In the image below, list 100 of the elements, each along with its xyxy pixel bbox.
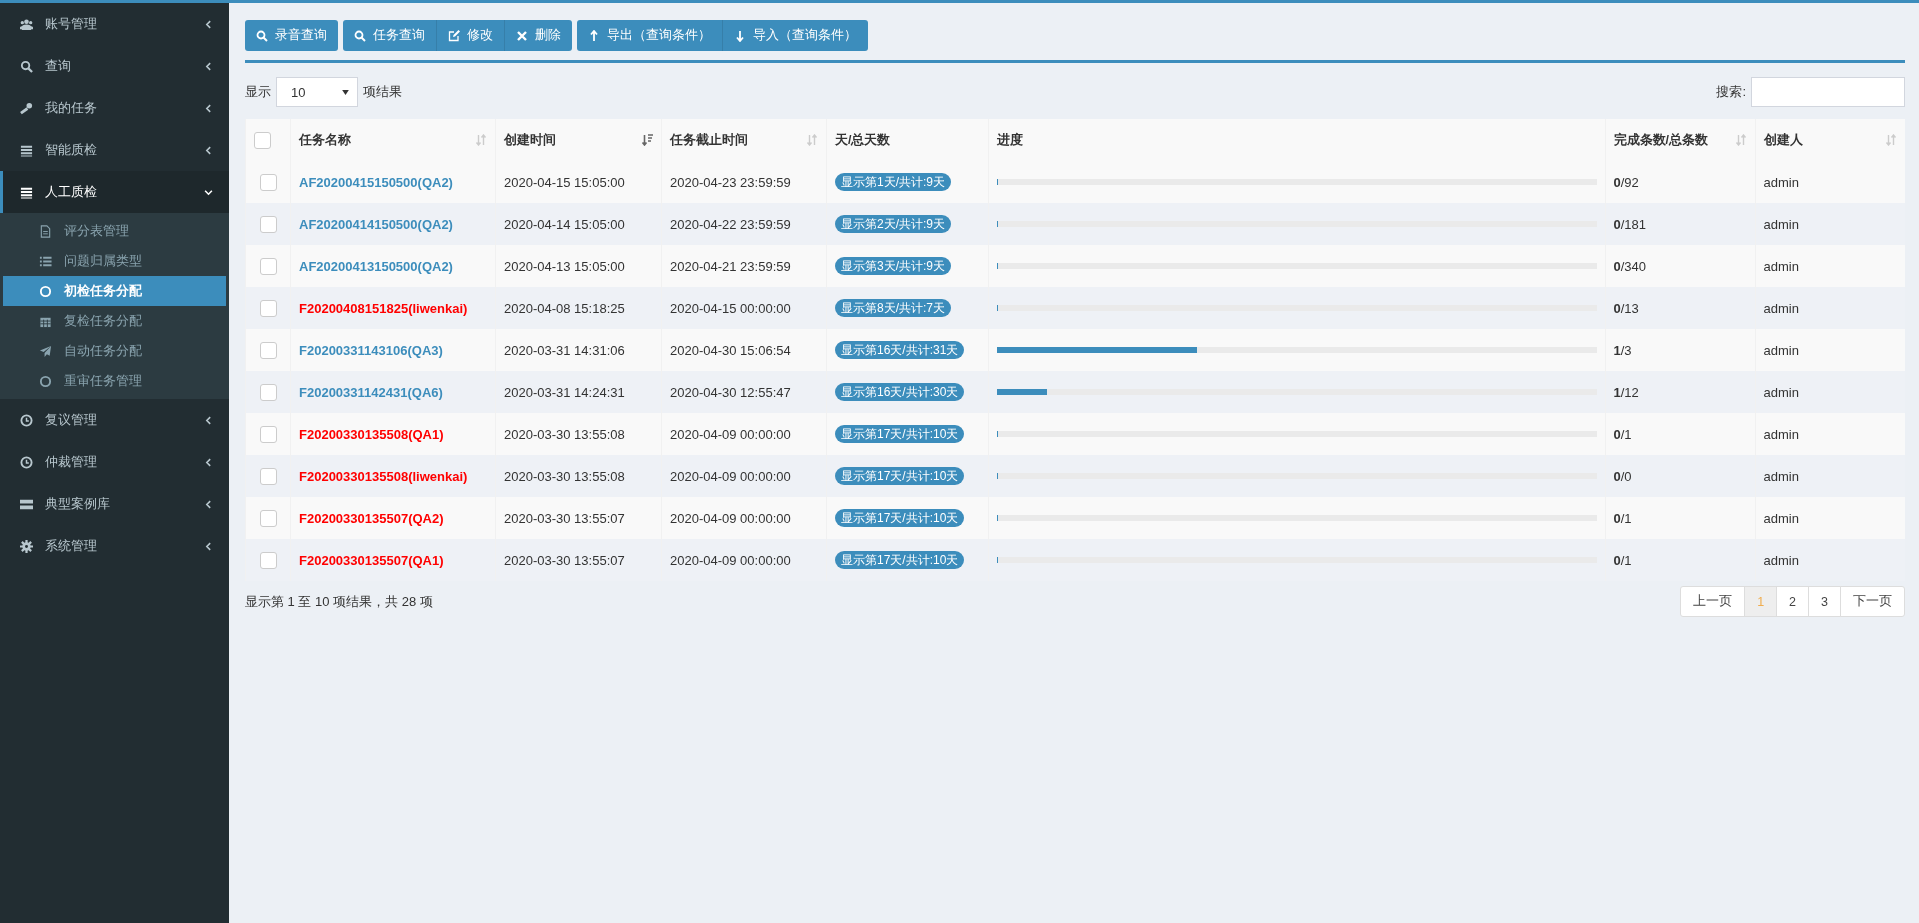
row-checkbox[interactable]	[259, 299, 277, 317]
table-cell: admin	[1763, 342, 1799, 358]
table-cell: 2020-04-15 00:00:00	[670, 300, 791, 316]
column-header[interactable]: 天/总天数	[826, 119, 989, 161]
chevron-left-icon	[204, 541, 213, 551]
pagination-button[interactable]: 下一页	[1840, 586, 1905, 617]
sidebar-item[interactable]: 复议管理	[0, 399, 229, 441]
task-name-link[interactable]: F20200331142431(QA6)	[299, 384, 443, 400]
pagination-button[interactable]: 3	[1808, 586, 1841, 617]
row-checkbox[interactable]	[259, 509, 277, 527]
table-cell: admin	[1763, 300, 1799, 316]
pagination-button[interactable]: 上一页	[1680, 586, 1746, 617]
chevron-left-icon	[204, 61, 213, 71]
column-header[interactable]: 创建人	[1755, 119, 1905, 161]
table-cell: 0/13	[1613, 300, 1639, 316]
select-all-checkbox[interactable]	[254, 131, 271, 149]
column-header[interactable]: 创建时间	[495, 119, 662, 161]
edit-icon	[448, 29, 460, 42]
toolbar-button[interactable]: 修改	[437, 20, 505, 51]
sidebar-item[interactable]: 我的任务	[0, 87, 229, 129]
table-cell: admin	[1763, 216, 1799, 232]
column-header[interactable]: 完成条数/总条数	[1605, 119, 1755, 161]
day-count-badge: 显示第17天/共计:10天	[835, 508, 965, 527]
table-cell: admin	[1763, 258, 1799, 274]
sidebar-item[interactable]: 典型案例库	[0, 483, 229, 525]
table-cell: 2020-04-14 15:05:00	[504, 216, 625, 232]
toolbar-button[interactable]: 录音查询	[245, 20, 338, 51]
table-cell: admin	[1763, 510, 1799, 526]
table-cell: 2020-04-13 15:05:00	[504, 258, 625, 274]
row-checkbox[interactable]	[259, 467, 277, 485]
row-checkbox[interactable]	[259, 551, 277, 569]
search-icon	[20, 59, 33, 73]
sidebar-item[interactable]: 人工质检	[0, 171, 229, 213]
table-info: 显示第 1 至 10 项结果，共 28 项	[245, 592, 433, 611]
length-label: 项结果	[363, 83, 402, 101]
toolbar-button[interactable]: 删除	[505, 20, 572, 51]
paper-plane-icon	[39, 344, 52, 358]
delete-icon	[516, 29, 528, 42]
table-cell: admin	[1763, 468, 1799, 484]
table-cell: 2020-04-09 00:00:00	[670, 468, 791, 484]
row-checkbox[interactable]	[259, 173, 277, 191]
table-cell: admin	[1763, 552, 1799, 568]
toolbar-button[interactable]: 导入（查询条件）	[723, 20, 868, 51]
submenu-item[interactable]: 复检任务分配	[3, 306, 226, 336]
sidebar-item[interactable]: 系统管理	[0, 525, 229, 567]
chevron-left-icon	[204, 19, 213, 29]
table-cell: 2020-04-30 15:06:54	[670, 342, 791, 358]
day-count-badge: 显示第16天/共计:31天	[835, 340, 965, 359]
table-cell: 2020-03-30 13:55:07	[504, 510, 625, 526]
row-checkbox[interactable]	[259, 383, 277, 401]
column-header[interactable]: 任务名称	[290, 119, 496, 161]
toolbar-button[interactable]: 任务查询	[343, 20, 437, 51]
table-cell: 2020-04-09 00:00:00	[670, 510, 791, 526]
page-size-select[interactable]: 10	[276, 77, 358, 107]
list-icon	[20, 185, 33, 199]
sidebar-item[interactable]: 仲裁管理	[0, 441, 229, 483]
chevron-down-icon	[204, 187, 213, 197]
sidebar-item[interactable]: 智能质检	[0, 129, 229, 171]
length-label: 显示	[245, 83, 271, 101]
toolbar-button[interactable]: 导出（查询条件）	[577, 20, 723, 51]
drive-icon	[20, 497, 33, 511]
table-cell: 2020-04-30 12:55:47	[670, 384, 791, 400]
submenu-item[interactable]: 初检任务分配	[3, 276, 226, 306]
table-cell: 0/92	[1613, 174, 1639, 190]
circle-icon	[39, 284, 52, 298]
chevron-left-icon	[204, 499, 213, 509]
sidebar-item[interactable]: 账号管理	[0, 3, 229, 45]
row-checkbox[interactable]	[259, 341, 277, 359]
task-name-link[interactable]: F20200330135507(QA1)	[299, 552, 444, 568]
table-cell: 0/1	[1613, 510, 1632, 526]
table-cell: 2020-04-21 23:59:59	[670, 258, 791, 274]
column-header[interactable]: 任务截止时间	[661, 119, 827, 161]
chevron-left-icon	[204, 145, 213, 155]
table-cell: 1/3	[1613, 342, 1632, 358]
search-icon	[354, 29, 366, 42]
table-cell: admin	[1763, 174, 1799, 190]
submenu-item[interactable]: 问题归属类型	[3, 246, 226, 276]
table-cell: 0/0	[1613, 468, 1632, 484]
task-name-link[interactable]: AF20200414150500(QA2)	[299, 216, 453, 232]
table-cell: 2020-03-30 13:55:08	[504, 468, 625, 484]
row-checkbox[interactable]	[259, 425, 277, 443]
table-cell: 2020-04-23 23:59:59	[670, 174, 791, 190]
table-cell: admin	[1763, 426, 1799, 442]
sidebar-item[interactable]: 查询	[0, 45, 229, 87]
column-header[interactable]: 进度	[988, 119, 1605, 161]
search-field[interactable]	[1751, 77, 1905, 107]
day-count-badge: 显示第17天/共计:10天	[835, 424, 965, 443]
row-checkbox[interactable]	[259, 215, 277, 233]
submenu-item[interactable]: 评分表管理	[3, 216, 226, 246]
task-name-link[interactable]: F20200408151825(liwenkai)	[299, 300, 468, 316]
search-icon	[256, 29, 268, 42]
chevron-left-icon	[204, 457, 213, 467]
table-cell: 2020-03-31 14:31:06	[504, 342, 625, 358]
table-cell: 0/340	[1613, 258, 1647, 274]
submenu-item[interactable]: 自动任务分配	[3, 336, 226, 366]
task-name-link[interactable]: F20200330135508(liwenkai)	[299, 468, 468, 484]
row-checkbox[interactable]	[259, 257, 277, 275]
clock-icon	[20, 455, 33, 469]
pagination-button[interactable]: 2	[1776, 586, 1810, 617]
submenu-item[interactable]: 重审任务管理	[3, 366, 226, 396]
